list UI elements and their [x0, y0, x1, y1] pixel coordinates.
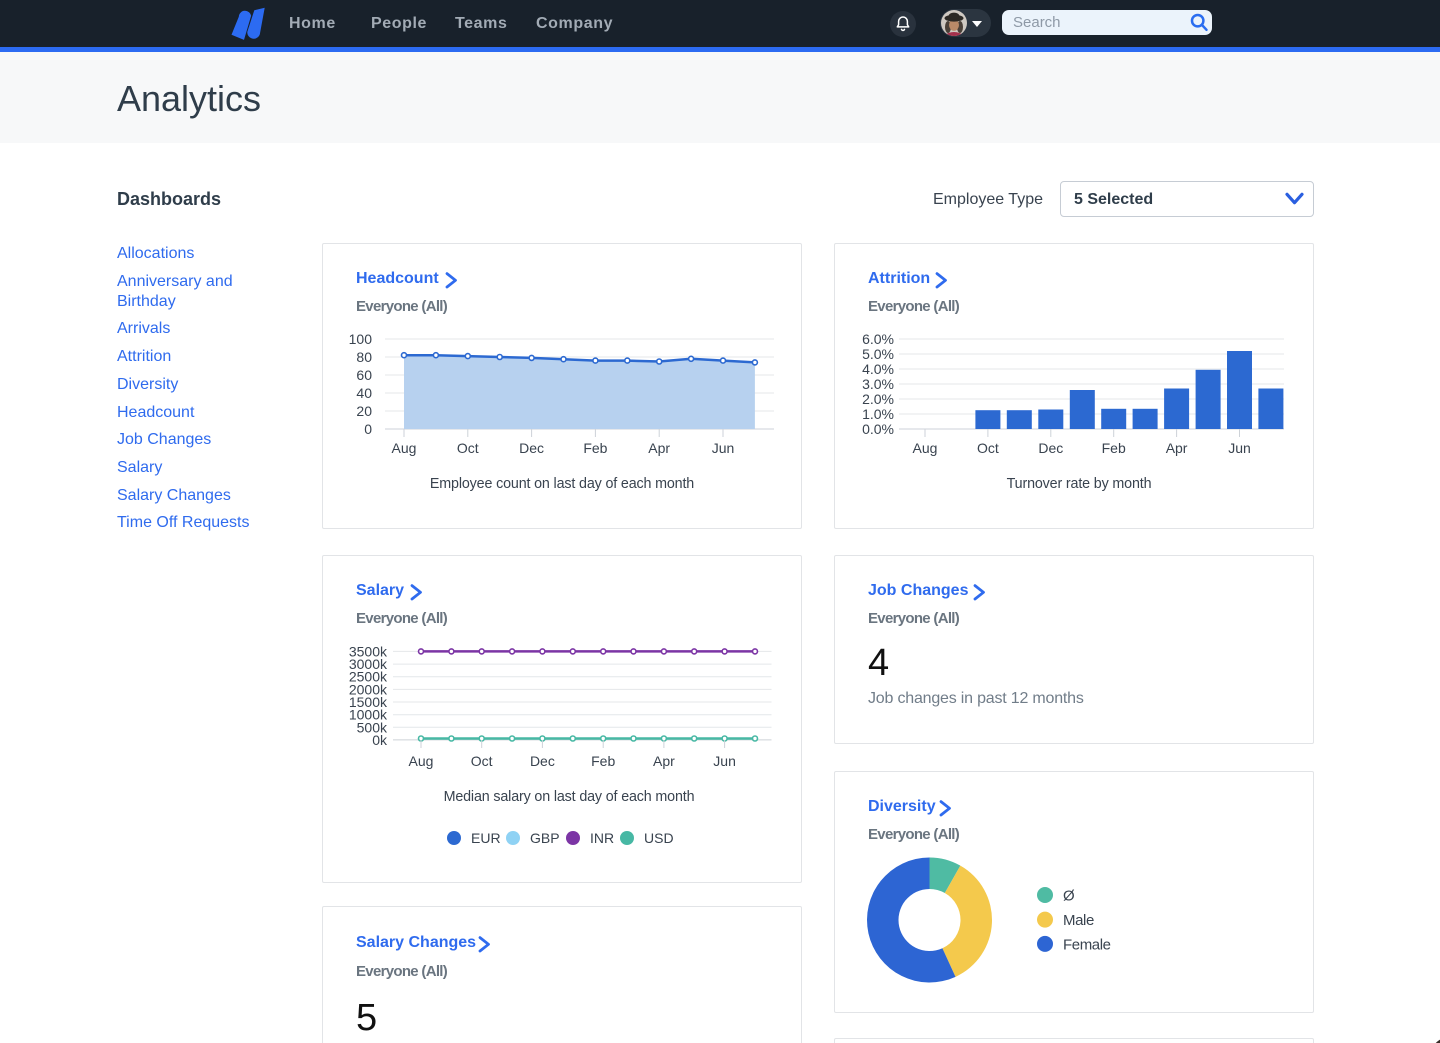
svg-text:Employee count on last day of: Employee count on last day of each month	[430, 476, 694, 492]
svg-text:Apr: Apr	[1166, 440, 1188, 456]
svg-text:USD: USD	[644, 830, 674, 846]
svg-text:Aug: Aug	[913, 440, 938, 456]
svg-text:40: 40	[356, 385, 372, 401]
svg-text:5.0%: 5.0%	[862, 346, 894, 362]
svg-text:0k: 0k	[372, 732, 388, 748]
svg-text:Feb: Feb	[1102, 440, 1126, 456]
svg-text:Dec: Dec	[519, 440, 544, 456]
svg-text:Jun: Jun	[713, 753, 736, 769]
svg-text:GBP: GBP	[530, 830, 560, 846]
svg-text:20: 20	[356, 403, 372, 419]
svg-text:Jun: Jun	[712, 440, 735, 456]
svg-text:0.0%: 0.0%	[862, 421, 894, 437]
svg-text:3.0%: 3.0%	[862, 376, 894, 392]
svg-text:100: 100	[349, 331, 373, 347]
svg-text:Male: Male	[1063, 912, 1094, 929]
svg-text:Dec: Dec	[1038, 440, 1063, 456]
svg-text:Dec: Dec	[530, 753, 555, 769]
svg-text:Jun: Jun	[1228, 440, 1251, 456]
svg-text:Female: Female	[1063, 936, 1111, 953]
svg-text:Feb: Feb	[583, 440, 607, 456]
svg-text:60: 60	[356, 367, 372, 383]
svg-text:Oct: Oct	[457, 440, 479, 456]
svg-text:INR: INR	[590, 830, 614, 846]
svg-text:Ø: Ø	[1063, 888, 1075, 905]
svg-text:EUR: EUR	[471, 830, 501, 846]
svg-text:4.0%: 4.0%	[862, 361, 894, 377]
svg-text:Median salary on last day of e: Median salary on last day of each month	[444, 789, 695, 805]
svg-text:Feb: Feb	[591, 753, 615, 769]
svg-text:Apr: Apr	[648, 440, 670, 456]
svg-text:Oct: Oct	[471, 753, 493, 769]
svg-text:Turnover rate by month: Turnover rate by month	[1007, 476, 1152, 492]
svg-text:1.0%: 1.0%	[862, 406, 894, 422]
svg-text:Apr: Apr	[653, 753, 675, 769]
svg-text:Aug: Aug	[392, 440, 417, 456]
svg-text:Oct: Oct	[977, 440, 999, 456]
svg-text:0: 0	[364, 421, 372, 437]
svg-text:80: 80	[356, 349, 372, 365]
svg-text:6.0%: 6.0%	[862, 331, 894, 347]
svg-text:Aug: Aug	[409, 753, 434, 769]
svg-text:2.0%: 2.0%	[862, 391, 894, 407]
